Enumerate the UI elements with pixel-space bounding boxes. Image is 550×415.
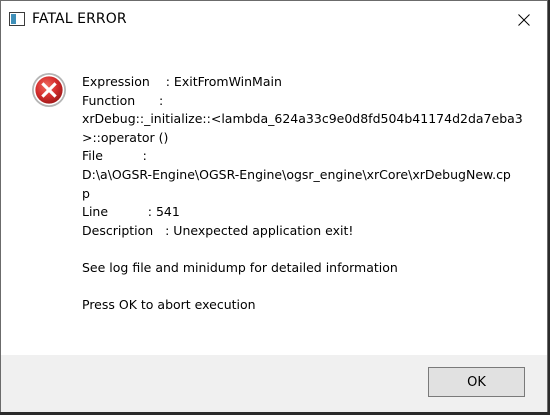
window-app-icon <box>9 12 25 26</box>
close-icon <box>518 14 530 26</box>
message-line-log-info: See log file and minidump for detailed i… <box>82 259 398 275</box>
error-dialog: FATAL ERROR Expression : ExitFromWinMain… <box>0 0 548 412</box>
message-line-expression: Expression : ExitFromWinMain <box>82 74 282 89</box>
message-line-line: Line : 541 <box>82 204 180 220</box>
message-spacer <box>82 278 522 297</box>
message-line-function-value: xrDebug::_initialize::<lambda_624a33c9e0… <box>82 111 523 127</box>
message-line-file-value-cont: p <box>82 185 90 201</box>
error-message: Expression : ExitFromWinMain Function : … <box>82 73 523 315</box>
ok-button[interactable]: OK <box>428 367 525 397</box>
message-line-function-value-cont: >::operator () <box>82 129 169 145</box>
message-spacer <box>82 240 522 259</box>
message-line-file: File : <box>82 148 147 164</box>
dialog-footer: OK <box>1 355 547 412</box>
message-line-file-value: D:\a\OGSR-Engine\OGSR-Engine\ogsr_engine… <box>82 166 511 182</box>
error-icon <box>32 73 66 107</box>
message-line-press-ok: Press OK to abort execution <box>82 297 256 313</box>
dialog-title: FATAL ERROR <box>32 11 127 27</box>
dialog-content: Expression : ExitFromWinMain Function : … <box>1 39 547 355</box>
message-line-description: Description : Unexpected application exi… <box>82 222 354 238</box>
close-button[interactable] <box>501 1 547 39</box>
title-bar[interactable]: FATAL ERROR <box>1 1 547 39</box>
message-line-function: Function : <box>82 92 164 108</box>
